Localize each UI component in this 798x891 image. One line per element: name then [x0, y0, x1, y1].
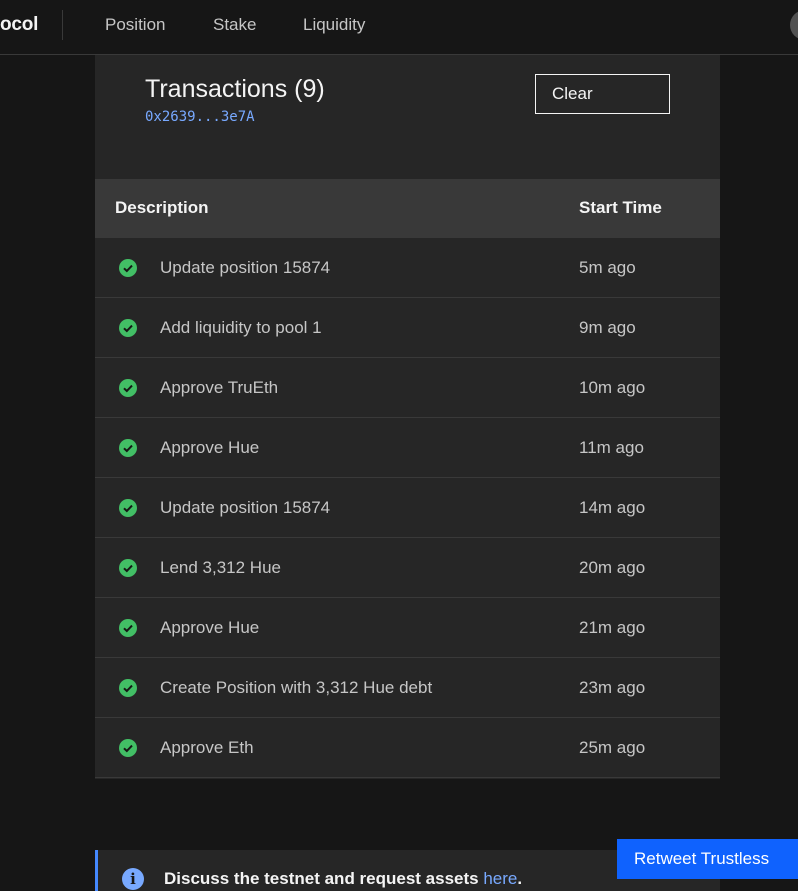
transaction-description: Update position 15874 [160, 258, 331, 277]
transaction-start-time: 23m ago [579, 678, 646, 697]
transaction-description: Update position 15874 [160, 498, 331, 517]
transaction-start-time: 25m ago [579, 738, 646, 757]
table-row: Add liquidity to pool 1 9m ago [95, 298, 720, 358]
transaction-description: Approve Eth [160, 738, 254, 757]
success-check-icon [119, 379, 137, 397]
success-check-icon [119, 259, 137, 277]
nav-item-stake[interactable]: Stake [213, 15, 256, 35]
notice-suffix: . [517, 869, 523, 888]
transaction-description: Approve TruEth [160, 378, 279, 397]
brand-logo-text[interactable]: ocol [0, 14, 38, 36]
transaction-description: Create Position with 3,312 Hue debt [160, 678, 433, 697]
nav-item-liquidity[interactable]: Liquidity [303, 15, 365, 35]
transaction-description: Approve Hue [160, 618, 260, 637]
notice-message: Discuss the testnet and request assets [164, 869, 484, 888]
retweet-button[interactable]: Retweet Trustless [617, 839, 798, 879]
table-row: Approve Hue 11m ago [95, 418, 720, 478]
transaction-start-time: 9m ago [579, 318, 636, 337]
success-check-icon [119, 739, 137, 757]
success-check-icon [119, 679, 137, 697]
info-icon: i [122, 868, 144, 890]
transaction-start-time: 20m ago [579, 558, 646, 577]
column-header-description: Description [115, 198, 209, 217]
account-avatar[interactable] [790, 10, 798, 40]
success-check-icon [119, 559, 137, 577]
transaction-description: Lend 3,312 Hue [160, 558, 281, 577]
table-header: Description Start Time [95, 179, 720, 238]
transaction-description: Add liquidity to pool 1 [160, 318, 322, 337]
column-header-start-time: Start Time [579, 198, 662, 217]
success-check-icon [119, 499, 137, 517]
clear-button[interactable]: Clear [535, 74, 670, 114]
wallet-address[interactable]: 0x2639...3e7A [145, 109, 255, 125]
table-row: Approve Eth 25m ago [95, 718, 720, 778]
table-row: Approve Hue 21m ago [95, 598, 720, 658]
transaction-start-time: 21m ago [579, 618, 646, 637]
top-navigation-bar: ocol Position Stake Liquidity [0, 0, 798, 55]
success-check-icon [119, 619, 137, 637]
success-check-icon [119, 319, 137, 337]
table-row: Update position 15874 5m ago [95, 238, 720, 298]
notice-text: Discuss the testnet and request assets h… [164, 869, 522, 889]
nav-divider [62, 10, 63, 40]
panel-title: Transactions (9) [145, 75, 325, 103]
transaction-description: Approve Hue [160, 438, 260, 457]
table-row: Lend 3,312 Hue 20m ago [95, 538, 720, 598]
transaction-start-time: 10m ago [579, 378, 646, 397]
table-row: Approve TruEth 10m ago [95, 358, 720, 418]
table-row: Update position 15874 14m ago [95, 478, 720, 538]
transaction-start-time: 11m ago [579, 438, 644, 457]
transaction-start-time: 5m ago [579, 258, 636, 277]
notice-link[interactable]: here [483, 869, 517, 888]
transaction-start-time: 14m ago [579, 498, 646, 517]
success-check-icon [119, 439, 137, 457]
nav-item-position[interactable]: Position [105, 15, 165, 35]
transactions-panel: Transactions (9) 0x2639...3e7A Clear Des… [95, 55, 720, 779]
table-row: Create Position with 3,312 Hue debt 23m a… [95, 658, 720, 718]
